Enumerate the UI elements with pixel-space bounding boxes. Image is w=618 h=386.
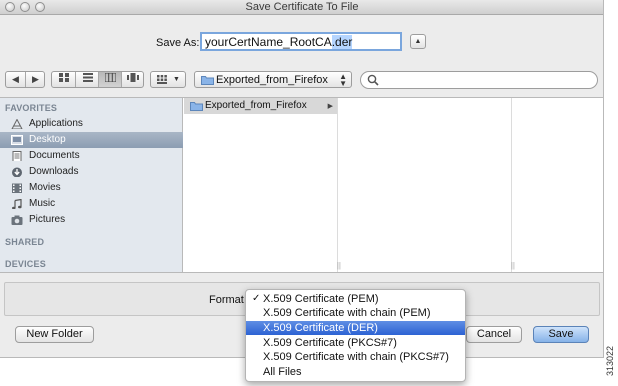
applications-icon [11, 119, 23, 129]
coverflow-view-icon [127, 73, 139, 82]
column-view-button[interactable] [98, 72, 122, 87]
back-button[interactable]: ◀ [6, 72, 25, 87]
new-folder-button[interactable]: New Folder [15, 326, 94, 343]
save-button[interactable]: Save [533, 326, 589, 343]
expand-dialog-button[interactable]: ▲ [410, 34, 426, 49]
pictures-icon [11, 215, 23, 225]
list-view-icon [82, 73, 93, 82]
music-icon [12, 199, 22, 209]
favorites-header: FAVORITES [5, 103, 58, 113]
sidebar-item-label: Desktop [29, 134, 66, 145]
coverflow-view-button[interactable] [121, 72, 144, 87]
icon-view-icon [58, 73, 69, 82]
menu-item-pem-chain[interactable]: X.509 Certificate with chain (PEM) [246, 306, 465, 320]
sidebar-item-label: Documents [29, 150, 80, 161]
back-forward-control: ◀ ▶ [5, 71, 45, 88]
figure-id: 313022 [605, 345, 615, 376]
sidebar-item-music[interactable]: Music [0, 196, 183, 212]
browser-column-3 [512, 98, 603, 272]
sidebar-item-downloads[interactable]: Downloads [0, 164, 183, 180]
menu-item-pkcs7-chain[interactable]: X.509 Certificate with chain (PKCS#7) [246, 350, 465, 364]
filename-base: yourCertName_RootCA [205, 35, 332, 49]
sidebar-item-documents[interactable]: Documents [0, 148, 183, 164]
location-popup[interactable]: Exported_from_Firefox ▲ ▼ [194, 71, 352, 88]
sidebar-item-label: Music [29, 198, 56, 209]
format-dropdown-menu: ✓ X.509 Certificate (PEM) X.509 Certifica… [245, 289, 466, 382]
menu-item-pkcs7[interactable]: X.509 Certificate (PKCS#7) [246, 336, 465, 350]
menu-item-label: X.509 Certificate (PEM) [263, 293, 379, 305]
menu-item-all-files[interactable]: All Files [246, 365, 465, 379]
shared-header: SHARED [5, 237, 45, 247]
save-as-label: Save As: [156, 37, 200, 49]
list-view-button[interactable] [75, 72, 99, 87]
sidebar-item-applications[interactable]: Applications [0, 116, 183, 132]
icon-view-button[interactable] [52, 72, 75, 87]
sidebar-item-label: Movies [29, 182, 61, 193]
sidebar: FAVORITES Applications Desktop Documents… [0, 98, 183, 272]
forward-button[interactable]: ▶ [25, 72, 45, 87]
save-as-input[interactable]: yourCertName_RootCA.der [200, 32, 402, 51]
downloads-icon [12, 167, 22, 177]
list-item-label: Exported_from_Firefox [205, 100, 307, 111]
devices-header: DEVICES [5, 259, 46, 269]
movies-icon [12, 183, 22, 193]
folder-icon [201, 76, 214, 85]
cancel-button[interactable]: Cancel [466, 326, 522, 343]
format-label: Format [209, 294, 244, 306]
checkmark-icon: ✓ [252, 293, 261, 304]
disclosure-arrow-icon: ▶ [327, 103, 333, 110]
menu-item-label: X.509 Certificate (DER) [263, 322, 378, 334]
folder-icon [190, 102, 203, 111]
arrange-grid-icon [157, 75, 167, 84]
sidebar-item-desktop[interactable]: Desktop [0, 132, 183, 148]
sidebar-item-movies[interactable]: Movies [0, 180, 183, 196]
arrange-menu-button[interactable]: ▼ [150, 71, 186, 88]
forward-arrow-icon: ▶ [32, 74, 39, 84]
chevron-down-icon: ▼ [173, 76, 180, 83]
title-bar: Save Certificate To File [0, 0, 603, 15]
column-view-icon [104, 72, 117, 83]
menu-item-label: X.509 Certificate with chain (PKCS#7) [263, 351, 449, 363]
documents-icon [12, 151, 22, 161]
search-icon [367, 74, 379, 86]
filename-extension-selected: .der [331, 35, 353, 49]
triangle-up-icon: ▲ [414, 38, 422, 45]
back-arrow-icon: ◀ [12, 74, 19, 84]
sidebar-item-label: Pictures [29, 214, 66, 225]
location-current-folder: Exported_from_Firefox [216, 74, 328, 86]
menu-item-pem[interactable]: ✓ X.509 Certificate (PEM) [246, 292, 465, 306]
menu-item-label: All Files [263, 366, 302, 378]
desktop-icon [11, 135, 23, 145]
browser-column-2: || [338, 98, 515, 272]
sidebar-item-label: Applications [29, 118, 83, 129]
menu-item-label: X.509 Certificate with chain (PEM) [263, 307, 431, 319]
menu-item-der[interactable]: X.509 Certificate (DER) [246, 321, 465, 335]
search-input[interactable] [360, 71, 598, 89]
file-browser: FAVORITES Applications Desktop Documents… [0, 97, 603, 273]
window-title: Save Certificate To File [245, 1, 359, 13]
list-item[interactable]: Exported_from_Firefox ▶ [184, 98, 337, 114]
view-mode-control [51, 71, 144, 88]
sidebar-item-label: Downloads [29, 166, 79, 177]
updown-arrows-icon: ▲ ▼ [339, 72, 347, 88]
sidebar-item-pictures[interactable]: Pictures [0, 212, 183, 228]
browser-column-1: Exported_from_Firefox ▶ || [184, 98, 341, 272]
menu-item-label: X.509 Certificate (PKCS#7) [263, 337, 397, 349]
